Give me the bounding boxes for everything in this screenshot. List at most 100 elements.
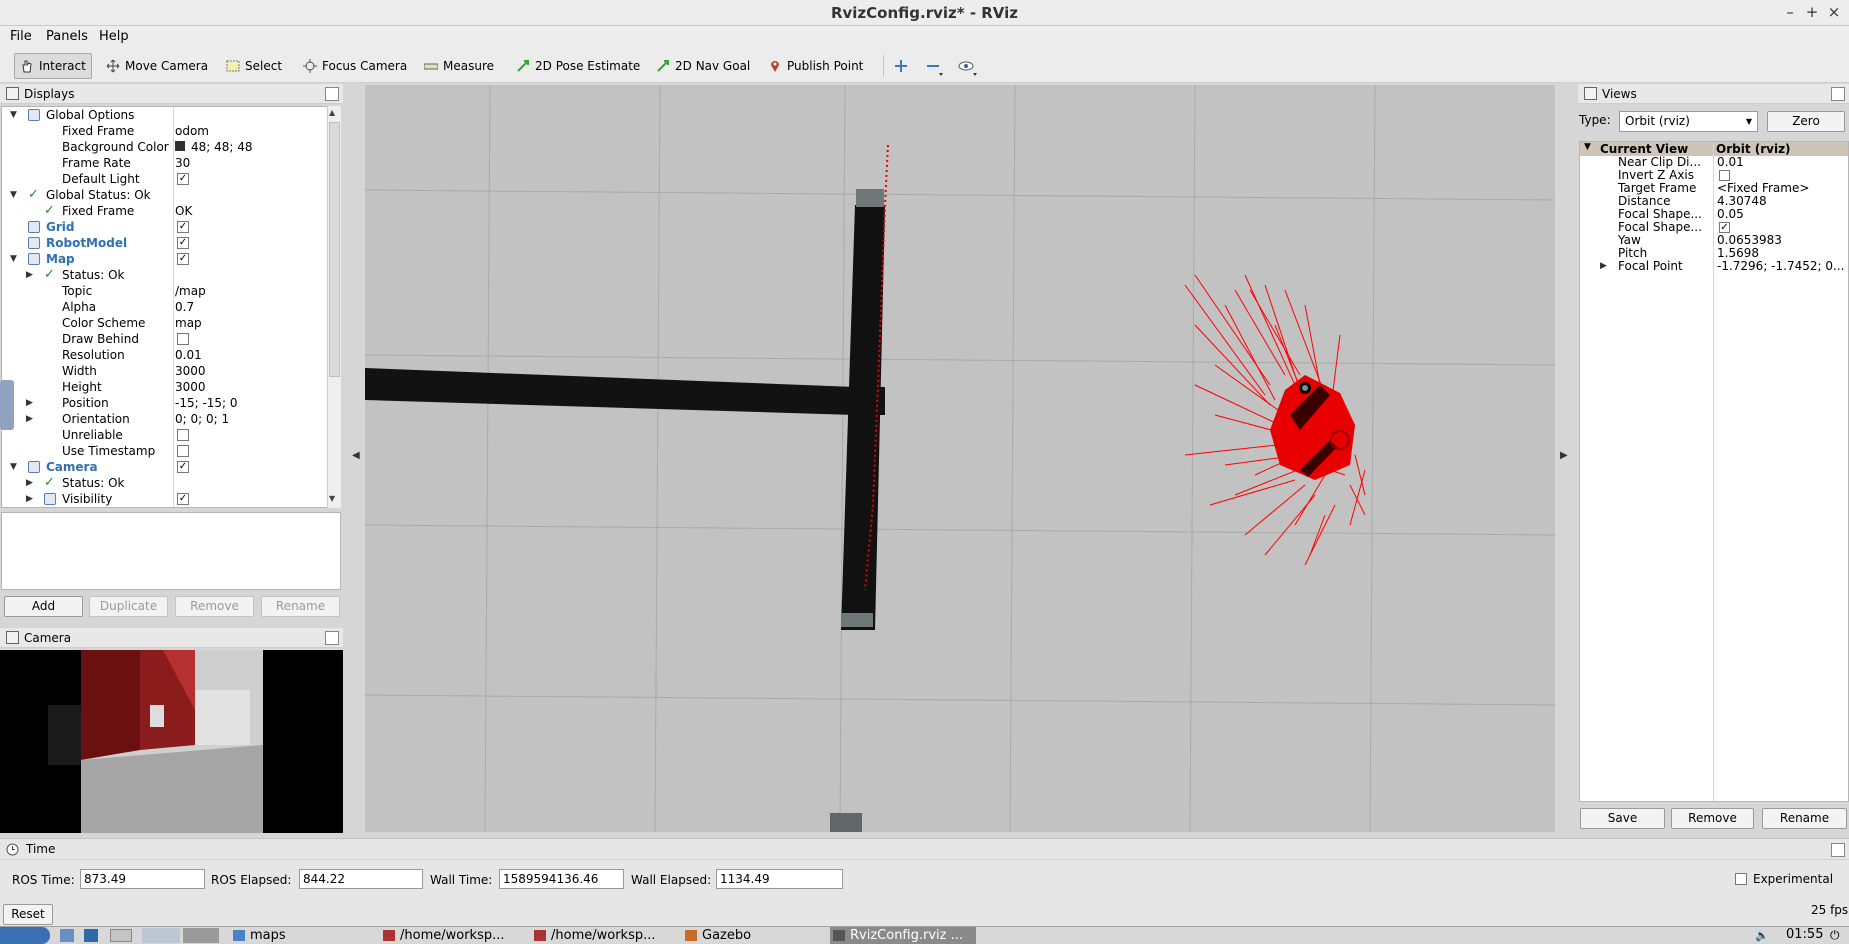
collapse-arrow[interactable]: ▶	[26, 411, 33, 427]
remove-view-button[interactable]: Remove	[1671, 808, 1754, 829]
window-icon[interactable]	[110, 929, 132, 942]
display-row-value[interactable]: 48; 48; 48	[175, 139, 253, 155]
display-row[interactable]: ▶ ✓ Status: Ok	[2, 267, 327, 283]
display-row-value[interactable]: 0.7	[175, 299, 194, 315]
rename-view-button[interactable]: Rename	[1762, 808, 1847, 829]
display-row[interactable]: RobotModel ✓	[2, 235, 327, 251]
display-row-value[interactable]: 3000	[175, 379, 206, 395]
scroll-thumb[interactable]	[329, 122, 340, 377]
tool-publish-point[interactable]: Publish Point	[763, 53, 868, 79]
tool-select[interactable]: Select	[221, 53, 287, 79]
add-display-button[interactable]: Add	[4, 596, 83, 617]
display-row-value[interactable]: -15; -15; 0	[175, 395, 238, 411]
eye-icon[interactable]	[958, 59, 978, 77]
display-row[interactable]: Draw Behind	[2, 331, 327, 347]
tool-focus-camera[interactable]: Focus Camera	[298, 53, 412, 79]
collapse-right-arrow[interactable]: ▶	[1560, 450, 1568, 461]
display-row[interactable]: Height 3000	[2, 379, 327, 395]
display-checkbox[interactable]	[177, 445, 189, 457]
experimental-checkbox[interactable]	[1735, 873, 1747, 885]
wall-elapsed-field[interactable]: 1134.49	[716, 869, 843, 889]
display-row-value[interactable]: 30	[175, 155, 190, 171]
tool-2d-nav-goal[interactable]: 2D Nav Goal	[651, 53, 755, 79]
view-property-value[interactable]: 0.05	[1717, 208, 1744, 221]
display-row[interactable]: Default Light ✓	[2, 171, 327, 187]
terminal-icon[interactable]	[84, 929, 98, 942]
expand-arrow[interactable]: ▼	[10, 459, 17, 475]
display-row[interactable]: Background Color 48; 48; 48	[2, 139, 327, 155]
display-row[interactable]: ▶ Orientation 0; 0; 0; 1	[2, 411, 327, 427]
expand-arrow[interactable]: ▼	[1584, 142, 1591, 152]
start-menu-button[interactable]	[0, 927, 50, 944]
display-checkbox[interactable]: ✓	[177, 461, 189, 473]
taskbar-item-maps[interactable]: maps	[230, 927, 286, 944]
collapse-arrow[interactable]: ▶	[26, 395, 33, 411]
panel-float-button[interactable]	[325, 87, 339, 101]
collapse-arrow[interactable]: ▶	[1600, 260, 1607, 273]
display-row[interactable]: Alpha 0.7	[2, 299, 327, 315]
view-checkbox[interactable]: ✓	[1719, 222, 1730, 233]
render-viewport[interactable]	[365, 85, 1555, 832]
remove-display-button[interactable]: Remove	[175, 596, 254, 617]
display-row[interactable]: ▼ ✓ Global Status: Ok	[2, 187, 327, 203]
maximize-button[interactable]: +	[1803, 3, 1821, 21]
display-row[interactable]: Unreliable	[2, 427, 327, 443]
display-row-value[interactable]: odom	[175, 123, 209, 139]
taskbar-item-terminal-1[interactable]: /home/worksp...	[380, 927, 505, 944]
menu-file[interactable]: File	[10, 29, 32, 44]
zero-button[interactable]: Zero	[1767, 111, 1845, 132]
display-row-value[interactable]: 0; 0; 0; 1	[175, 411, 229, 427]
workspace-2[interactable]	[183, 928, 219, 943]
taskbar-item-terminal-2[interactable]: /home/worksp...	[531, 927, 656, 944]
tool-move-camera[interactable]: Move Camera	[101, 53, 213, 79]
menu-help[interactable]: Help	[99, 29, 129, 44]
display-row-value[interactable]: OK	[175, 203, 192, 219]
display-checkbox[interactable]: ✓	[177, 237, 189, 249]
panel-float-button[interactable]	[1831, 843, 1845, 857]
current-view-row[interactable]: ▼ Current View Orbit (rviz)	[1580, 142, 1848, 156]
panel-dock-handle[interactable]	[0, 380, 14, 430]
display-row[interactable]: ✓ Fixed Frame OK	[2, 203, 327, 219]
duplicate-display-button[interactable]: Duplicate	[89, 596, 168, 617]
panel-float-button[interactable]	[325, 631, 339, 645]
display-checkbox[interactable]: ✓	[177, 221, 189, 233]
taskbar-item-rviz[interactable]: RvizConfig.rviz ...	[830, 927, 976, 944]
display-row[interactable]: Use Timestamp	[2, 443, 327, 459]
expand-arrow[interactable]: ▼	[10, 251, 17, 267]
display-row[interactable]: ▶ Position -15; -15; 0	[2, 395, 327, 411]
plus-icon[interactable]	[894, 59, 908, 73]
expand-arrow[interactable]: ▼	[10, 107, 17, 123]
display-row[interactable]: Resolution 0.01	[2, 347, 327, 363]
display-row[interactable]: Color Scheme map	[2, 315, 327, 331]
reset-button[interactable]: Reset	[3, 904, 53, 925]
workspace-1[interactable]	[142, 928, 180, 943]
scroll-up-arrow[interactable]: ▲	[329, 108, 335, 117]
display-checkbox[interactable]	[177, 429, 189, 441]
view-property-value[interactable]: -1.7296; -1.7452; 0...	[1717, 260, 1844, 273]
collapse-arrow[interactable]: ▶	[26, 491, 33, 507]
rename-display-button[interactable]: Rename	[261, 596, 340, 617]
save-view-button[interactable]: Save	[1580, 808, 1665, 829]
menu-panels[interactable]: Panels	[46, 29, 88, 44]
display-checkbox[interactable]: ✓	[177, 173, 189, 185]
display-checkbox[interactable]	[177, 333, 189, 345]
tool-interact[interactable]: Interact	[14, 53, 92, 79]
collapse-arrow[interactable]: ▶	[26, 267, 33, 283]
collapse-left-arrow[interactable]: ◀	[352, 450, 360, 461]
display-row[interactable]: Width 3000	[2, 363, 327, 379]
view-checkbox[interactable]	[1719, 170, 1730, 181]
display-checkbox[interactable]: ✓	[177, 493, 189, 505]
volume-icon[interactable]: 🔈	[1755, 929, 1769, 942]
close-button[interactable]: ×	[1825, 3, 1843, 21]
display-row[interactable]: ▼ Global Options	[2, 107, 327, 123]
display-row[interactable]: ▼ Map ✓	[2, 251, 327, 267]
collapse-arrow[interactable]: ▶	[26, 475, 33, 491]
display-row[interactable]: Topic/map	[2, 283, 327, 299]
display-row[interactable]: ▶ ✓ Status: Ok	[2, 475, 327, 491]
view-type-dropdown[interactable]: Orbit (rviz) ▼	[1619, 111, 1758, 132]
expand-arrow[interactable]: ▼	[10, 187, 17, 203]
panel-float-button[interactable]	[1831, 87, 1845, 101]
file-manager-icon[interactable]	[60, 929, 74, 942]
minimize-button[interactable]: –	[1781, 3, 1799, 21]
view-property-row[interactable]: ▶ Focal Point -1.7296; -1.7452; 0...	[1580, 260, 1848, 273]
